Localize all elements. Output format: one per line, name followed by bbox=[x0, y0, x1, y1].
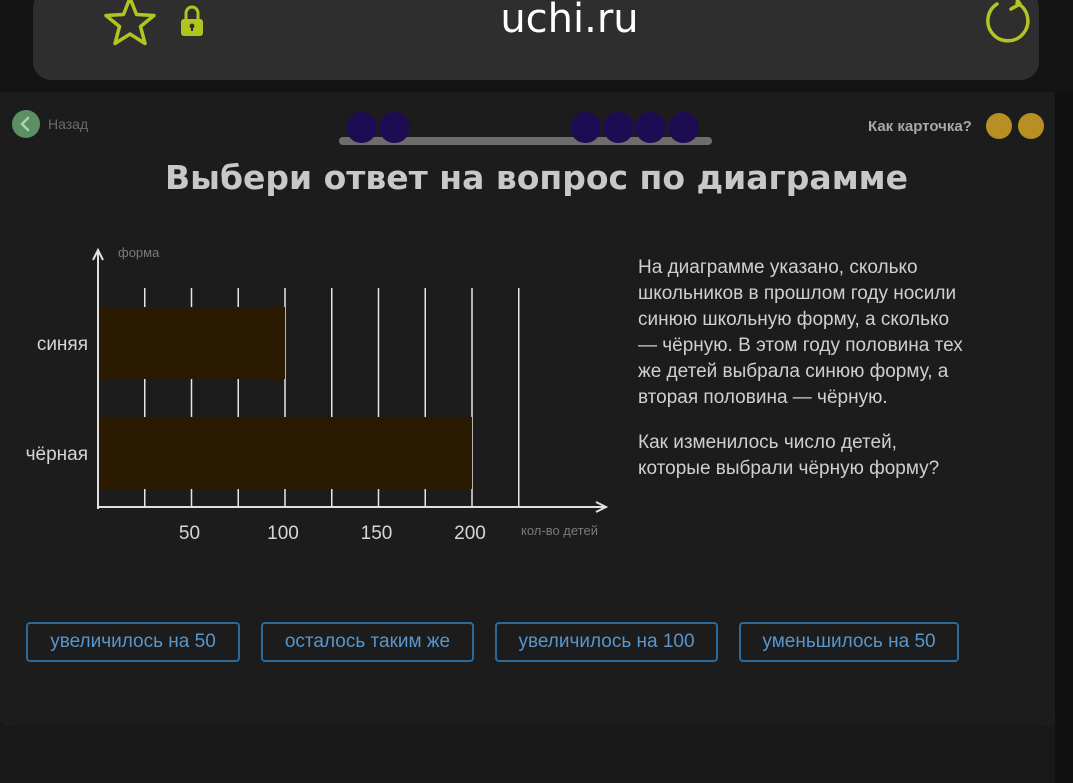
category-label: чёрная bbox=[26, 444, 88, 465]
bar-1 bbox=[99, 307, 285, 379]
progress-dot bbox=[635, 112, 666, 143]
answer-button-4[interactable]: уменьшилось на 50 bbox=[739, 622, 959, 662]
progress-dot bbox=[668, 112, 699, 143]
description-text: На диаграмме указано, сколько школьников… bbox=[638, 257, 963, 408]
progress-dot bbox=[346, 112, 377, 143]
back-button[interactable]: Назад bbox=[12, 109, 88, 139]
page-bottom bbox=[0, 725, 1055, 783]
x-axis-label: кол-во детей bbox=[521, 523, 598, 538]
category-label: синяя bbox=[37, 334, 88, 355]
answer-button-2[interactable]: осталось таким же bbox=[261, 622, 474, 662]
task-description: На диаграмме указано, сколько школьников… bbox=[638, 255, 968, 482]
progress-bar bbox=[339, 112, 712, 146]
how-card-label: Как карточка? bbox=[868, 117, 972, 135]
progress-dot bbox=[570, 112, 601, 143]
answer-button-3[interactable]: увеличилось на 100 bbox=[495, 622, 718, 662]
tick-label: 150 bbox=[361, 523, 393, 544]
address-bar[interactable]: uchi.ru bbox=[33, 0, 1039, 80]
reload-icon[interactable] bbox=[981, 0, 1035, 48]
tick-label: 200 bbox=[454, 523, 486, 544]
rating-button-2[interactable] bbox=[1017, 113, 1044, 139]
tick-label: 100 bbox=[267, 523, 299, 544]
progress-dot bbox=[379, 112, 410, 143]
page-title: Выбери ответ на вопрос по диаграмме bbox=[164, 158, 909, 197]
back-label: Назад bbox=[48, 116, 89, 132]
bar-2 bbox=[99, 417, 472, 489]
card-rating: Как карточка? bbox=[868, 113, 1044, 139]
domain-text: uchi.ru bbox=[500, 0, 639, 42]
chevron-left-icon bbox=[12, 110, 40, 138]
tick-label: 50 bbox=[179, 523, 200, 544]
question-text: Как изменилось число детей, которые выбр… bbox=[638, 432, 940, 479]
y-axis-label: форма bbox=[118, 245, 160, 260]
rating-button-1[interactable] bbox=[985, 113, 1012, 139]
answer-button-1[interactable]: увеличилось на 50 bbox=[26, 622, 240, 662]
bar-chart: синяя чёрная форма кол-во детей 50 100 150 200 bbox=[26, 245, 609, 544]
progress-dot bbox=[603, 112, 634, 143]
